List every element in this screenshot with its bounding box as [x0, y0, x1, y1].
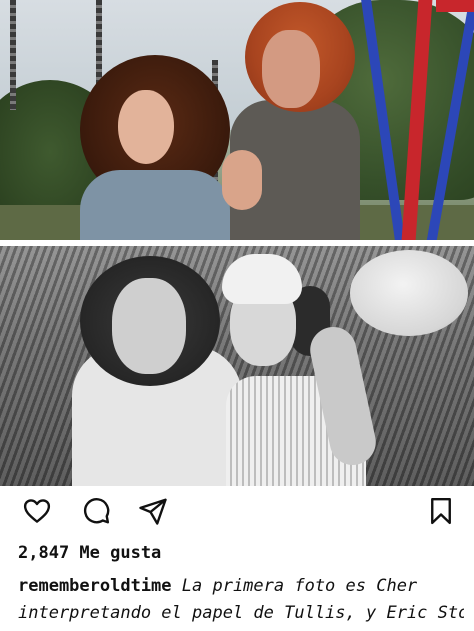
- post-action-bar: [0, 494, 474, 530]
- post-media[interactable]: [0, 0, 474, 486]
- caption-line: rememberoldtime La primera foto es Cher: [18, 573, 464, 600]
- person-face: [112, 278, 186, 374]
- swing-pole: [436, 0, 474, 12]
- heart-icon[interactable]: [20, 494, 54, 528]
- top-color-photo: [0, 0, 474, 240]
- knit-hat: [222, 254, 302, 304]
- caption-text: La primera foto es Cher: [171, 576, 418, 596]
- balloon: [350, 250, 468, 336]
- bookmark-icon[interactable]: [424, 494, 458, 528]
- person-face: [118, 90, 174, 164]
- person-body: [80, 170, 230, 240]
- send-paper-plane-icon[interactable]: [136, 494, 170, 528]
- post-caption: rememberoldtime La primera foto es Cher …: [18, 573, 464, 627]
- comment-bubble-icon[interactable]: [79, 494, 113, 528]
- caption-username[interactable]: rememberoldtime: [18, 576, 172, 596]
- person-face: [262, 30, 320, 108]
- bottom-bw-photo: [0, 246, 474, 486]
- person-arm: [222, 150, 262, 210]
- caption-line: interpretando el papel de Tullis, y Eric…: [18, 603, 464, 623]
- swing-chain: [10, 0, 16, 110]
- likes-count[interactable]: 2,847 Me gusta: [18, 543, 161, 563]
